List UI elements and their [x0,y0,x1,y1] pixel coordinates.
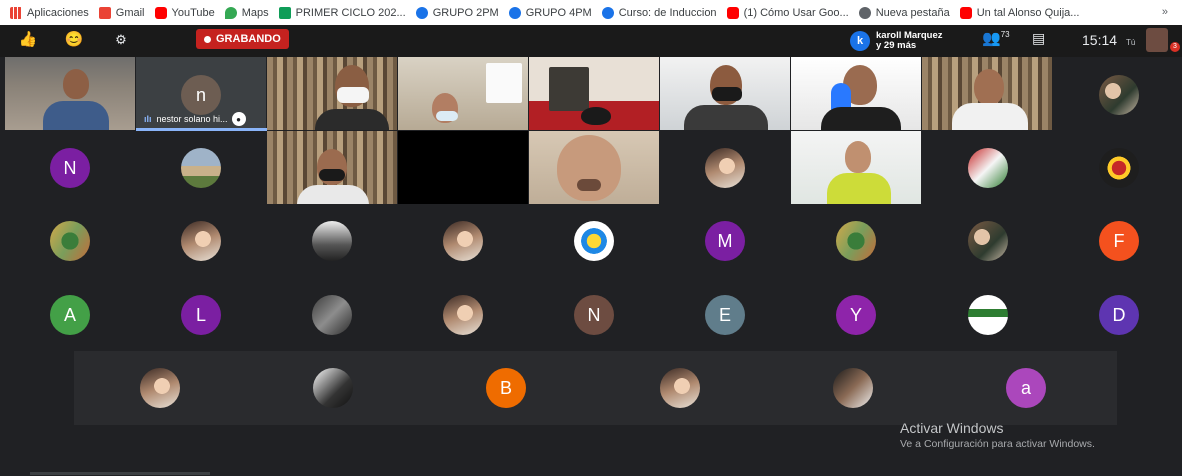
video-tile-woman-blue-hair[interactable] [791,57,921,130]
participant-avatar-woman-dark[interactable] [705,148,745,188]
self-label: Tú [1126,38,1136,47]
participant-avatar-L[interactable]: L [181,295,221,335]
participant-avatar-N[interactable]: N [50,148,90,188]
participant-avatar-woman-hair[interactable] [443,221,483,261]
audio-level-icon: ıIı [144,114,152,124]
participant-avatar-woman-glasses[interactable] [660,368,700,408]
sheets-icon [278,6,291,19]
bookmark-primer-ciclo[interactable]: PRIMER CICLO 202... [278,6,406,19]
participant-avatar-woman-bw[interactable] [313,368,353,408]
self-avatar[interactable] [1146,28,1168,52]
participant-avatar-family[interactable] [968,221,1008,261]
video-tile-woman-phone[interactable] [398,57,528,130]
gmail-icon [98,6,111,19]
participant-avatar-three-women[interactable] [833,368,873,408]
video-tile-man-office[interactable] [5,57,135,130]
participant-name-tag: ıIı nestor solano hi... ● [144,112,246,126]
pin-icon[interactable]: ● [231,112,246,126]
participant-avatar-desk[interactable] [312,221,352,261]
bookmark-como-usar[interactable]: (1) Cómo Usar Goo... [726,6,849,19]
bookmark-curso-induccion[interactable]: Curso: de Induccion [601,6,717,19]
participant-avatar-E[interactable]: E [705,295,745,335]
participant-avatar-D[interactable]: D [1099,295,1139,335]
participant-avatar-two-women[interactable] [443,295,483,335]
participant-avatar-n: n [181,75,221,115]
emoji-face-icon[interactable]: 😊 [63,29,85,51]
youtube-icon [726,6,739,19]
participant-avatar-a-lower[interactable]: a [1006,368,1046,408]
bookmarks-bar: Aplicaciones Gmail YouTube Maps PRIMER C… [0,0,1182,25]
youtube-icon [154,6,167,19]
video-tile-woman-closeup[interactable] [529,131,659,204]
settings-gear-icon[interactable]: ⚙ [110,29,132,51]
bookmark-maps[interactable]: Maps [224,6,269,19]
speaker-text: karoll Marquez y 29 más [876,31,943,51]
participant-avatar-school-logo[interactable] [574,221,614,261]
participant-avatar-kids[interactable] [836,221,876,261]
participant-avatar-M[interactable]: M [705,221,745,261]
video-tile-woman-shelves[interactable] [267,131,397,204]
participant-avatar-Y[interactable]: Y [836,295,876,335]
bookmarks-overflow-button[interactable]: » [1162,6,1168,18]
participant-avatar-woman-smile[interactable] [181,221,221,261]
bookmark-gmail[interactable]: Gmail [98,6,145,19]
globe-icon [415,6,428,19]
globe-icon [601,6,614,19]
participant-avatar-woman-outdoor[interactable] [140,368,180,408]
record-dot-icon [204,35,211,43]
windows-activation-title: Activar Windows [900,420,1004,436]
participant-avatar-house[interactable] [181,148,221,188]
chat-icon: ▤ [1032,30,1046,46]
participant-avatar-B[interactable]: B [486,368,526,408]
speaker-avatar: k [850,31,870,51]
participant-avatar-emblem[interactable] [1099,148,1139,188]
video-tile-blank[interactable] [398,131,528,204]
globe-icon [508,6,521,19]
participant-avatar-N-brown[interactable]: N [574,295,614,335]
active-speaker-indicator[interactable]: k karoll Marquez y 29 más [850,30,943,52]
participant-overflow-row [74,351,1117,425]
participants-count: 73 [1000,30,1010,39]
participant-avatar-photo[interactable] [1099,75,1139,115]
participant-avatar-group[interactable] [968,148,1008,188]
thumbs-up-icon[interactable]: 👍 [17,29,39,51]
recording-badge: GRABANDO [196,29,289,49]
participant-avatar-garden[interactable] [50,221,90,261]
chat-button[interactable]: ▤ [1032,30,1045,47]
video-tile-man-headset[interactable] [660,57,790,130]
bookmark-nueva-pestana[interactable]: Nueva pestaña [858,6,950,19]
speaker-others: y 29 más [876,40,917,51]
video-tile-woman-green[interactable] [791,131,921,204]
bookmark-grupo-4pm[interactable]: GRUPO 4PM [508,6,592,19]
bottom-scroll-indicator [30,472,210,475]
apps-grid-icon [10,6,22,19]
windows-activation-subtitle: Ve a Configuración para activar Windows. [900,438,1095,450]
meeting-clock: 15:14 [1082,32,1118,48]
participant-avatar-A[interactable]: A [50,295,90,335]
bookmark-apps[interactable]: Aplicaciones [10,6,89,19]
youtube-icon [959,6,972,19]
participant-grid: n ıIı nestor solano hi... ● N M F A L N … [5,57,1182,351]
bookmark-alonso-quijano[interactable]: Un tal Alonso Quija... [959,6,1079,19]
video-tile-nestor-solano[interactable]: n ıIı nestor solano hi... ● [136,57,266,130]
video-tile-woman-library[interactable] [922,57,1052,130]
bookmark-youtube[interactable]: YouTube [154,6,215,19]
video-tile-masked-man[interactable] [267,57,397,130]
active-tile-highlight [136,128,267,131]
maps-icon [224,6,237,19]
participants-button[interactable]: 👥73 [982,29,1010,47]
people-icon: 👥 [982,30,1001,47]
notification-badge: 3 [1170,42,1180,52]
video-tile-room-red[interactable] [529,57,659,130]
participant-avatar-crowd[interactable] [312,295,352,335]
bookmark-grupo-2pm[interactable]: GRUPO 2PM [415,6,499,19]
chrome-icon [858,6,871,19]
participant-avatar-F[interactable]: F [1099,221,1139,261]
participant-avatar-school-banner[interactable] [968,295,1008,335]
